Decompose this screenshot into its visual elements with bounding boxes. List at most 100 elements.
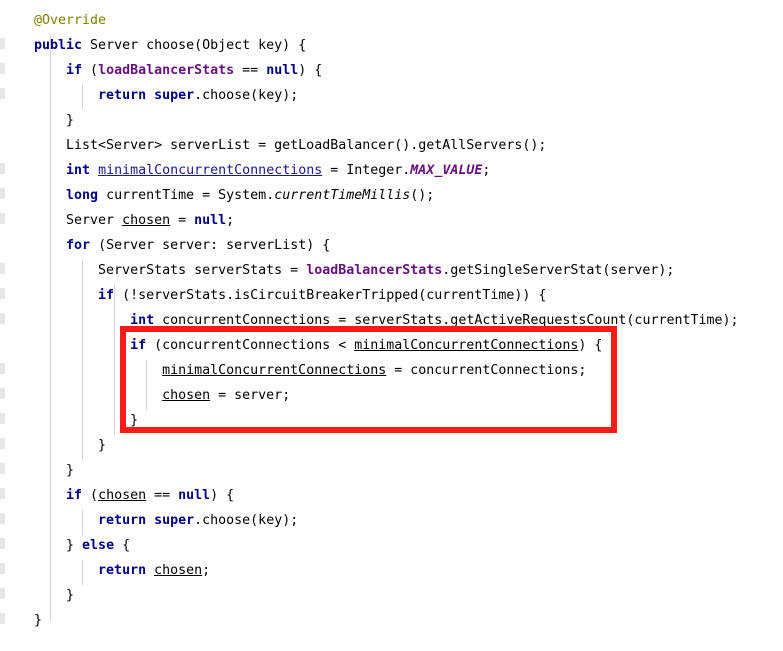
code-token-lv: chosen: [98, 488, 147, 503]
code-token-pl: List<Server> serverList = getLoadBalance…: [34, 138, 547, 153]
code-token-fld: loadBalancerStats: [98, 63, 235, 78]
code-token-lv: minimalConcurrentConnections: [162, 363, 387, 378]
code-token-kw: return: [98, 513, 147, 528]
code-token-kw: public: [34, 38, 83, 53]
code-token-pl: ;: [202, 563, 211, 578]
code-token-kw: null: [194, 213, 227, 228]
code-token-lv: minimalConcurrentConnections: [354, 338, 579, 353]
code-token-pl: }: [34, 413, 139, 428]
code-line[interactable]: Server chosen = null;: [34, 208, 234, 233]
code-token-pl: = concurrentConnections;: [386, 363, 587, 378]
code-line[interactable]: if (chosen == null) {: [34, 483, 234, 508]
code-token-pl: }: [34, 463, 75, 478]
code-line[interactable]: int concurrentConnections = serverStats.…: [34, 308, 739, 333]
code-token-pl: ();: [410, 188, 435, 203]
source-code-block[interactable]: @Override public Server choose(Object key…: [0, 0, 783, 651]
code-line[interactable]: }: [34, 458, 74, 483]
code-token-smth: currentTimeMillis: [274, 188, 411, 203]
code-line[interactable]: @Override: [34, 8, 106, 33]
code-token-pl: ) {: [578, 338, 603, 353]
code-token-kw: if: [66, 488, 83, 503]
code-line[interactable]: }: [34, 433, 106, 458]
code-token-ann: @Override: [34, 13, 107, 28]
code-line[interactable]: return super.choose(key);: [34, 83, 298, 108]
code-token-pl: (Server server: serverList) {: [90, 238, 331, 253]
code-token-pl: ;: [482, 163, 491, 178]
code-token-pl: }: [34, 613, 43, 628]
code-token-pl: (: [82, 63, 99, 78]
code-token-pl: ServerStats serverStats =: [34, 263, 307, 278]
code-line[interactable]: }: [34, 408, 138, 433]
code-token-pl: .choose(key);: [194, 88, 299, 103]
code-token-pl: (: [82, 488, 99, 503]
code-token-kw: null: [178, 488, 211, 503]
code-token-pl: }: [34, 113, 75, 128]
code-token-kw: else: [82, 538, 115, 553]
code-token-kw: return: [98, 88, 147, 103]
code-token-pl: = server;: [210, 388, 291, 403]
code-token-kw: long: [66, 188, 99, 203]
code-token-pl: Server choose(Object key) {: [82, 38, 307, 53]
code-token-pl: (concurrentConnections <: [146, 338, 355, 353]
code-line[interactable]: } else {: [34, 533, 130, 558]
code-token-sfld: MAX_VALUE: [410, 163, 483, 178]
code-line[interactable]: if (loadBalancerStats == null) {: [34, 58, 322, 83]
code-token-pl: concurrentConnections = serverStats.getA…: [154, 313, 739, 328]
code-token-pl: ) {: [210, 488, 235, 503]
code-line[interactable]: if (concurrentConnections < minimalConcu…: [34, 333, 602, 358]
code-line[interactable]: ServerStats serverStats = loadBalancerSt…: [34, 258, 674, 283]
code-token-kw: if: [66, 63, 83, 78]
code-token-kw: int: [66, 163, 91, 178]
code-token-pl: ==: [146, 488, 179, 503]
code-line[interactable]: }: [34, 608, 42, 633]
code-token-fld: loadBalancerStats: [306, 263, 443, 278]
code-token-kw: super: [154, 88, 195, 103]
code-token-pl: }: [34, 538, 83, 553]
code-line[interactable]: for (Server server: serverList) {: [34, 233, 330, 258]
code-token-lvd: minimalConcurrentConnections: [98, 163, 323, 178]
code-line[interactable]: chosen = server;: [34, 383, 290, 408]
code-token-kw: if: [98, 288, 115, 303]
code-line[interactable]: if (!serverStats.isCircuitBreakerTripped…: [34, 283, 546, 308]
code-line[interactable]: return super.choose(key);: [34, 508, 298, 533]
code-token-pl: .choose(key);: [194, 513, 299, 528]
code-token-kw: if: [130, 338, 147, 353]
code-token-pl: {: [114, 538, 131, 553]
code-token-pl: = Integer.: [322, 163, 411, 178]
code-token-pl: }: [34, 438, 107, 453]
code-token-kw: return: [98, 563, 147, 578]
code-token-pl: currentTime = System.: [98, 188, 275, 203]
code-token-pl: Server: [34, 213, 123, 228]
code-token-kw: int: [130, 313, 155, 328]
code-token-pl: (!serverStats.isCircuitBreakerTripped(cu…: [114, 288, 547, 303]
code-token-kw: super: [154, 513, 195, 528]
code-token-pl: }: [34, 588, 75, 603]
code-line[interactable]: return chosen;: [34, 558, 210, 583]
code-line[interactable]: List<Server> serverList = getLoadBalance…: [34, 133, 546, 158]
code-line[interactable]: long currentTime = System.currentTimeMil…: [34, 183, 434, 208]
code-token-pl: =: [170, 213, 195, 228]
code-token-lv: chosen: [162, 388, 211, 403]
code-token-lv: chosen: [122, 213, 171, 228]
code-line[interactable]: public Server choose(Object key) {: [34, 33, 306, 58]
code-line[interactable]: int minimalConcurrentConnections = Integ…: [34, 158, 490, 183]
code-line[interactable]: }: [34, 108, 74, 133]
code-line[interactable]: minimalConcurrentConnections = concurren…: [34, 358, 586, 383]
code-token-lv: chosen: [154, 563, 203, 578]
code-line[interactable]: }: [34, 583, 74, 608]
